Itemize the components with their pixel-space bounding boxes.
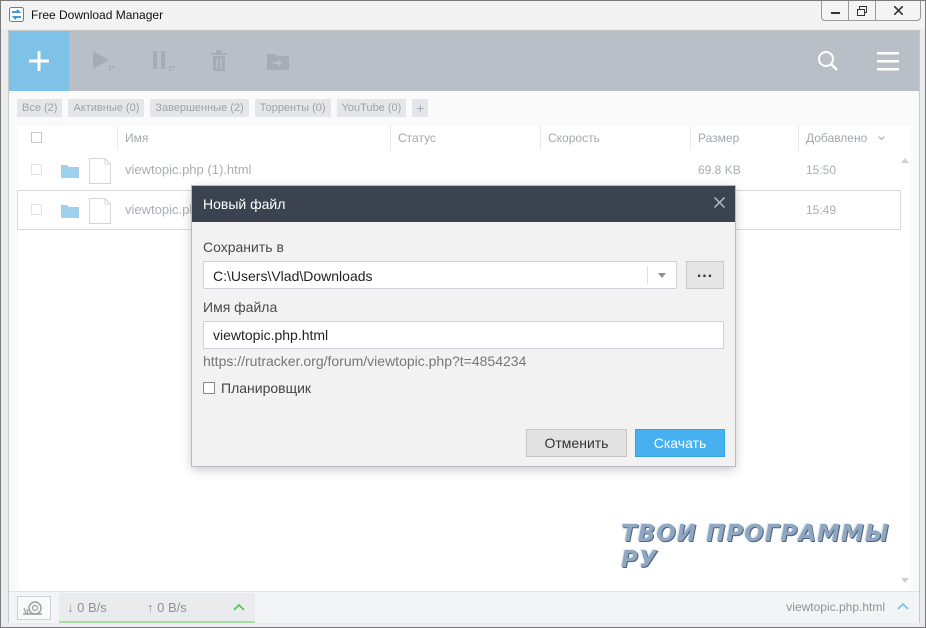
column-divider — [798, 126, 799, 150]
save-folder-select[interactable]: C:\Users\Vlad\Downloads — [203, 261, 677, 289]
browse-folder-button[interactable]: ... — [686, 261, 724, 289]
move-to-folder-button[interactable] — [265, 49, 291, 73]
dialog-title: Новый файл — [203, 196, 286, 212]
menu-button[interactable] — [875, 49, 901, 73]
download-button[interactable]: Скачать — [635, 429, 725, 457]
hamburger-menu-icon — [877, 52, 899, 71]
dropdown-arrow-icon[interactable] — [658, 273, 666, 278]
scroll-down-icon[interactable] — [901, 578, 909, 583]
tab-active[interactable]: Активные (0) — [68, 99, 145, 117]
tab-completed[interactable]: Завершенные (2) — [150, 99, 249, 117]
tab-all[interactable]: Все (2) — [17, 99, 63, 117]
close-button[interactable] — [875, 1, 921, 21]
new-file-dialog: Новый файл Сохранить в C:\Users\Vlad\Dow… — [192, 186, 735, 466]
column-added[interactable]: Добавлено — [806, 126, 867, 150]
source-url: https://rutracker.org/forum/viewtopic.ph… — [203, 353, 527, 369]
filename-label: Имя файла — [203, 299, 278, 315]
row-added-time: 15:50 — [806, 163, 837, 177]
file-icon — [89, 158, 111, 184]
table-row[interactable]: viewtopic.php (1).html 69.8 KB 15:50 — [17, 150, 901, 190]
close-icon — [893, 6, 903, 15]
window-title: Free Download Manager — [31, 8, 164, 22]
minimize-button[interactable] — [821, 1, 849, 21]
column-status[interactable]: Статус — [398, 126, 436, 150]
upload-speed: ↑ 0 B/s — [147, 600, 187, 615]
row-filename: viewtopic.php (1).html — [125, 162, 252, 177]
folder-move-icon — [267, 54, 289, 70]
row-checkbox[interactable] — [31, 164, 42, 175]
pause-button[interactable] — [151, 49, 177, 73]
column-divider — [390, 126, 391, 150]
select-all-checkbox[interactable] — [31, 132, 42, 143]
plus-icon — [29, 51, 49, 71]
save-folder-value: C:\Users\Vlad\Downloads — [213, 268, 373, 284]
column-size[interactable]: Размер — [698, 126, 739, 150]
divider — [647, 266, 648, 284]
tab-youtube[interactable]: YouTube (0) — [336, 99, 407, 117]
search-icon — [818, 51, 838, 71]
file-icon — [89, 198, 111, 224]
scroll-up-icon[interactable] — [901, 158, 909, 163]
restore-icon — [857, 5, 867, 16]
maximize-button[interactable] — [848, 1, 876, 21]
row-added-time: 15:49 — [806, 203, 837, 217]
row-checkbox[interactable] — [31, 204, 42, 215]
download-speed: ↓ 0 B/s — [67, 600, 107, 615]
column-speed[interactable]: Скорость — [548, 126, 600, 150]
watermark: ТВОИ ПРОГРАММЫ РУ — [621, 521, 890, 573]
trash-icon — [211, 50, 227, 71]
row-size: 69.8 KB — [698, 163, 741, 177]
speed-indicator[interactable]: ↓ 0 B/s ↑ 0 B/s — [59, 593, 255, 623]
add-download-button[interactable] — [9, 31, 69, 91]
expand-chevron-up-icon[interactable] — [897, 599, 909, 613]
app-logo-icon — [9, 7, 24, 22]
sort-chevron-down-icon — [878, 136, 885, 141]
save-to-label: Сохранить в — [203, 239, 284, 255]
add-filter-button[interactable]: + — [412, 99, 429, 117]
resume-button[interactable] — [91, 49, 117, 73]
column-name[interactable]: Имя — [125, 126, 148, 150]
scheduler-option[interactable]: Планировщик — [203, 380, 311, 396]
dialog-header: Новый файл — [192, 186, 735, 222]
table-header: Имя Статус Скорость Размер Добавлено — [17, 126, 911, 151]
cancel-button[interactable]: Отменить — [526, 429, 627, 457]
title-bar: Free Download Manager — [1, 1, 925, 29]
folder-icon[interactable] — [61, 164, 79, 178]
status-bar: ↓ 0 B/s ↑ 0 B/s viewtopic.php.html — [9, 591, 919, 623]
column-divider — [540, 126, 541, 150]
column-divider — [690, 126, 691, 150]
column-divider — [117, 126, 118, 150]
filter-tabs: Все (2) Активные (0) Завершенные (2) Тор… — [17, 99, 429, 117]
tab-torrents[interactable]: Торренты (0) — [254, 99, 331, 117]
snail-icon — [23, 601, 42, 615]
scheduler-label: Планировщик — [221, 380, 312, 396]
folder-icon[interactable] — [61, 204, 79, 218]
scheduler-checkbox[interactable] — [203, 382, 215, 394]
pause-icon — [153, 51, 174, 71]
filename-input[interactable] — [203, 321, 724, 349]
window-controls — [821, 1, 921, 21]
chevron-up-icon[interactable] — [233, 604, 245, 611]
delete-button[interactable] — [206, 49, 232, 73]
app-window: Free Download Manager Все (2) Активные (… — [0, 0, 926, 628]
close-icon — [714, 197, 725, 208]
dialog-close-button[interactable] — [714, 196, 725, 212]
search-button[interactable] — [815, 49, 841, 73]
play-icon — [93, 51, 114, 72]
speed-limit-button[interactable] — [17, 596, 51, 620]
current-file-label: viewtopic.php.html — [786, 600, 885, 614]
toolbar — [9, 31, 919, 91]
minimize-icon — [830, 12, 840, 14]
